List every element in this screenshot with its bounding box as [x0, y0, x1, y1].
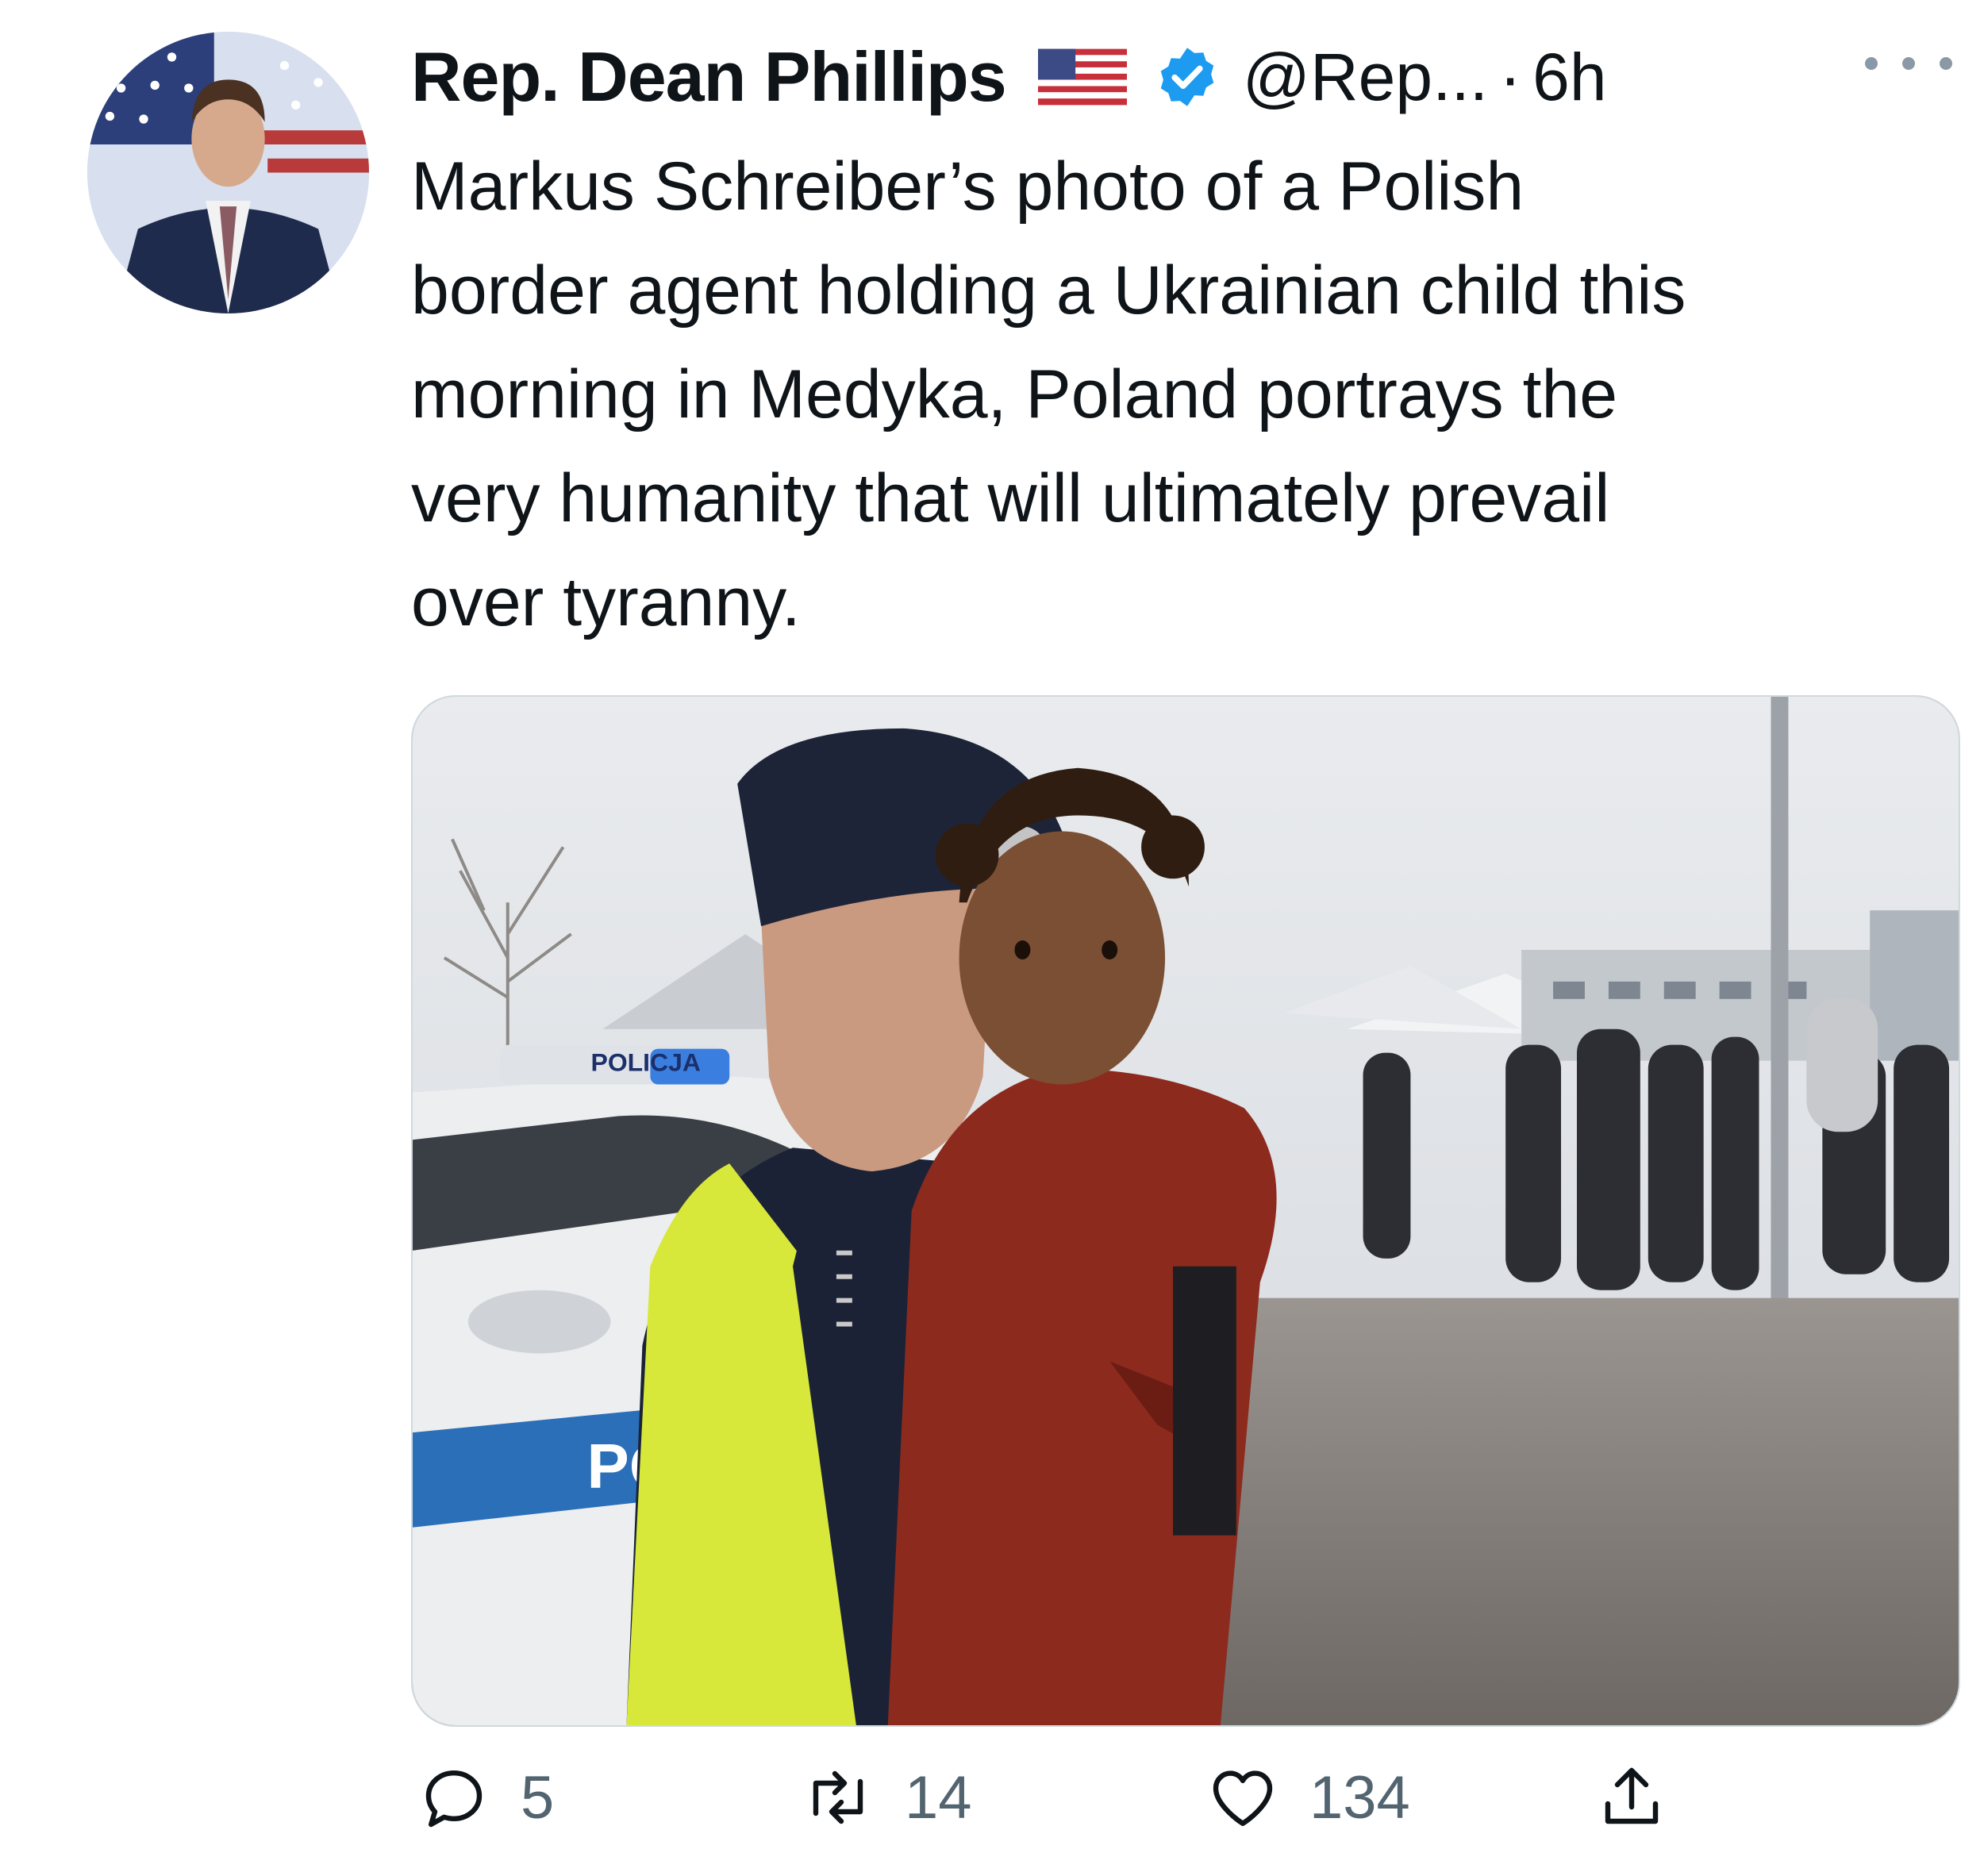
car-roof-text: POLICJA — [591, 1048, 701, 1077]
author-handle[interactable]: @Rep... — [1243, 39, 1488, 116]
more-options-icon[interactable] — [1865, 48, 1952, 79]
share-button[interactable] — [1594, 1746, 1670, 1849]
reply-icon — [425, 1770, 483, 1828]
retweet-icon — [813, 1770, 863, 1824]
avatar[interactable] — [87, 32, 369, 313]
more-dot — [1902, 57, 1915, 70]
reply-count: 5 — [521, 1763, 555, 1832]
like-count: 134 — [1309, 1763, 1410, 1832]
tweet-actions: 5 14 134 — [411, 1746, 1967, 1849]
reply-button[interactable]: 5 — [416, 1746, 554, 1849]
more-dot — [1940, 57, 1952, 70]
tweet-text: Markus Schreiber’s photo of a Polish bor… — [411, 148, 1686, 640]
like-button[interactable]: 134 — [1205, 1746, 1410, 1849]
more-dot — [1865, 57, 1878, 70]
share-icon — [1605, 1767, 1659, 1824]
author-name[interactable]: Rep. Dean Phillips — [411, 37, 1007, 117]
retweet-button[interactable]: 14 — [800, 1746, 972, 1849]
tweet-photo[interactable]: POLICJA PO — [411, 695, 1960, 1727]
tweet-header: Rep. Dean Phillips @Rep... · 6h — [411, 33, 1951, 121]
retweet-count: 14 — [905, 1763, 972, 1832]
us-flag-icon — [1037, 48, 1127, 106]
tweet-timestamp[interactable]: 6h — [1532, 39, 1606, 116]
separator: · — [1499, 39, 1522, 114]
heart-icon — [1213, 1770, 1273, 1826]
verified-badge-icon[interactable] — [1154, 44, 1221, 110]
